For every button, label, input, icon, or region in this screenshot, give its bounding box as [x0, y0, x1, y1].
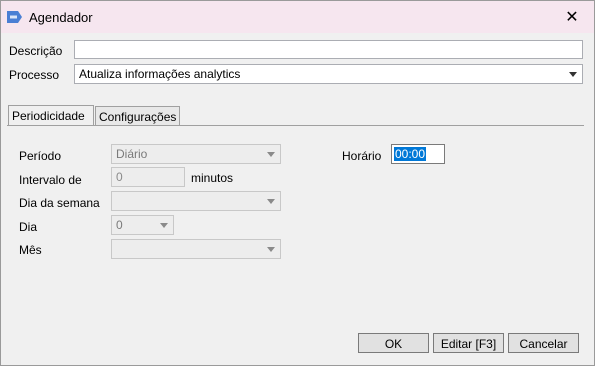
dia-label: Dia: [19, 220, 38, 234]
periodo-select[interactable]: Diário: [111, 144, 281, 164]
chevron-down-icon: [160, 223, 168, 228]
mes-select[interactable]: [111, 239, 281, 259]
cancelar-button[interactable]: Cancelar: [508, 333, 579, 353]
tab-configuracoes[interactable]: Configurações: [95, 106, 180, 126]
dia-semana-select[interactable]: [111, 191, 281, 211]
title-bar: Agendador ✕: [1, 1, 594, 33]
tab-periodicidade[interactable]: Periodicidade: [8, 105, 94, 126]
processo-value: Atualiza informações analytics: [79, 67, 241, 81]
processo-label: Processo: [9, 68, 60, 82]
chevron-down-icon: [267, 152, 275, 157]
dia-semana-label: Dia da semana: [19, 196, 100, 210]
dia-select[interactable]: 0: [111, 215, 174, 235]
chevron-down-icon: [569, 72, 577, 77]
tab-divider: [7, 125, 584, 126]
mes-label: Mês: [19, 243, 42, 257]
intervalo-input[interactable]: 0: [111, 167, 185, 187]
agendador-dialog: Agendador ✕ Descrição Processo Atualiza …: [0, 0, 595, 366]
dia-value: 0: [116, 218, 123, 232]
horario-label: Horário: [342, 149, 382, 163]
descricao-input[interactable]: [74, 40, 583, 59]
periodo-value: Diário: [116, 147, 148, 161]
periodo-label: Período: [19, 149, 62, 163]
descricao-label: Descrição: [9, 44, 63, 58]
intervalo-label: Intervalo de: [19, 173, 82, 187]
intervalo-unit: minutos: [191, 171, 234, 185]
editar-button[interactable]: Editar [F3]: [433, 333, 504, 353]
dialog-body: Descrição Processo Atualiza informações …: [1, 33, 594, 365]
close-icon[interactable]: ✕: [550, 1, 594, 33]
chevron-down-icon: [267, 247, 275, 252]
ok-button[interactable]: OK: [358, 333, 429, 353]
horario-input[interactable]: 00:00: [391, 144, 445, 164]
horario-value: 00:00: [394, 147, 427, 161]
processo-select[interactable]: Atualiza informações analytics: [74, 64, 583, 84]
window-title: Agendador: [29, 10, 93, 25]
app-icon: [7, 11, 22, 23]
chevron-down-icon: [267, 199, 275, 204]
